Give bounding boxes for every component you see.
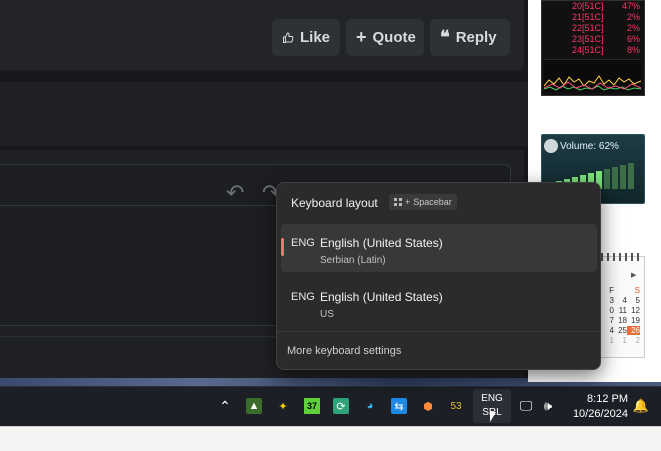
calendar-day: 19 — [631, 316, 640, 325]
post-footer: Like + Quote ❝ Reply — [0, 0, 524, 70]
cpu-meter-widget: 20[51C] 47% 21[51C] 2% 22[51C] 2% 23[51C] 6% 24[… — [541, 0, 645, 96]
cpu-core-label: 24[51C] — [572, 45, 604, 55]
selection-indicator — [281, 238, 284, 256]
layout-variant: US — [320, 309, 334, 320]
calendar-next-icon[interactable]: ▶ — [631, 271, 636, 279]
calendar-day — [614, 286, 627, 295]
shortcut-hint: + Spacebar — [389, 194, 457, 210]
cpu-core-pct: 47% — [621, 1, 640, 11]
cpu-row: 23[51C] 6% — [542, 34, 644, 45]
clock-time: 8:12 PM — [587, 393, 628, 405]
cpu-core-pct: 2% — [626, 23, 640, 33]
calendar-day: 4 — [609, 326, 614, 335]
calendar-rings — [601, 253, 641, 261]
calendar-day: 12 — [631, 306, 640, 315]
badge-37-icon[interactable]: 37 — [304, 398, 320, 414]
bottom-window-strip — [0, 426, 661, 451]
flyout-title: Keyboard layout — [291, 196, 378, 210]
tray-badge-53[interactable]: 53 — [448, 398, 464, 414]
notification-bell-icon[interactable]: 🔔 — [633, 398, 649, 414]
cpu-row: 24[51C] 8% — [542, 45, 644, 56]
app-tray-icon-3[interactable]: ⟳ — [333, 398, 349, 414]
calendar-day: 2 — [635, 336, 640, 345]
lang-line-1: ENG — [481, 393, 503, 404]
flyout-divider — [277, 331, 600, 332]
app-tray-icon-1[interactable]: ▲ — [246, 398, 262, 414]
cpu-rows: 20[51C] 47% 21[51C] 2% 22[51C] 2% 23[51C] 6% 24[… — [542, 1, 644, 56]
shortcut-key: Spacebar — [413, 197, 452, 207]
layout-name: English (United States) — [320, 290, 443, 304]
volume-label: Volume: 62% — [560, 141, 619, 152]
app-tray-icon-5[interactable]: ⇆ — [391, 398, 407, 414]
volume-icon[interactable]: 🕪 — [540, 398, 556, 414]
taskbar — [0, 386, 661, 427]
shield-tray-icon[interactable]: ⬢ — [420, 398, 436, 414]
cpu-core-pct: 6% — [626, 34, 640, 44]
clock-date: 10/26/2024 — [572, 408, 628, 420]
quote-label: Quote — [372, 29, 416, 46]
page-band — [0, 82, 530, 146]
layout-code: ENG — [291, 237, 315, 249]
quote-marks-icon: ❝ — [440, 27, 450, 48]
calendar-day: 26 — [627, 326, 640, 335]
layout-variant: Serbian (Latin) — [320, 255, 386, 266]
more-keyboard-settings-link[interactable]: More keyboard settings — [287, 345, 401, 357]
reply-label: Reply — [455, 29, 497, 46]
like-label: Like — [299, 29, 330, 46]
reply-button[interactable]: ❝ Reply — [430, 19, 510, 56]
calendar-grid: F S 3 4 5 0 11 12 7 18 19 4 25 26 1 1 2 — [601, 285, 640, 345]
network-icon[interactable]: 🖵 — [518, 398, 534, 414]
quote-button[interactable]: + Quote — [346, 19, 424, 56]
calendar-day: 7 — [609, 316, 614, 325]
shortcut-plus: + — [405, 197, 411, 207]
cpu-graph — [544, 59, 641, 92]
cpu-core-label: 23[51C] — [572, 34, 604, 44]
calendar-day: S — [634, 286, 640, 295]
cpu-core-pct: 8% — [626, 45, 640, 55]
calendar-day: F — [609, 286, 614, 295]
keyboard-layout-flyout: Keyboard layout + Spacebar ENG English (… — [276, 182, 601, 370]
calendar-day: 25 — [618, 326, 627, 335]
calendar-day: 1 — [609, 336, 614, 345]
plus-icon: + — [356, 27, 367, 47]
cpu-row: 22[51C] 2% — [542, 23, 644, 34]
calendar-day: 1 — [622, 336, 627, 345]
undo-icon[interactable]: ↶ — [226, 180, 244, 206]
layout-code: ENG — [291, 291, 315, 303]
calendar-day: 3 — [609, 296, 614, 305]
cpu-row: 20[51C] 47% — [542, 1, 644, 12]
calendar-day: 4 — [622, 296, 627, 305]
cpu-core-label: 20[51C] — [572, 1, 604, 11]
calendar-day: 18 — [618, 316, 627, 325]
calendar-widget: ▶ F S 3 4 5 0 11 12 7 18 19 4 25 26 1 1 2 — [598, 253, 645, 358]
speaker-icon — [544, 139, 558, 153]
calendar-day: 11 — [618, 306, 627, 315]
mouse-cursor-icon — [490, 412, 496, 422]
windows-key-icon — [394, 198, 402, 206]
like-button[interactable]: Like — [272, 19, 340, 56]
layout-item-eng-us[interactable]: ENG English (United States) US — [281, 278, 597, 326]
calendar-day: 5 — [635, 296, 640, 305]
app-tray-icon-2[interactable]: ✦ — [275, 398, 291, 414]
cpu-core-label: 22[51C] — [572, 23, 604, 33]
layout-item-eng-serbian[interactable]: ENG English (United States) Serbian (Lat… — [281, 224, 597, 272]
show-hidden-icons-chevron-icon[interactable]: ⌃ — [217, 398, 233, 414]
taskbar-clock[interactable]: 8:12 PM 10/26/2024 — [568, 392, 628, 422]
cpu-row: 21[51C] 2% — [542, 12, 644, 23]
app-tray-icon-4[interactable]: ◕ — [362, 398, 378, 414]
cpu-core-pct: 2% — [626, 12, 640, 22]
calendar-day: 0 — [609, 306, 614, 315]
layout-name: English (United States) — [320, 236, 443, 250]
cpu-core-label: 21[51C] — [572, 12, 604, 22]
thumbs-up-icon — [282, 32, 294, 43]
